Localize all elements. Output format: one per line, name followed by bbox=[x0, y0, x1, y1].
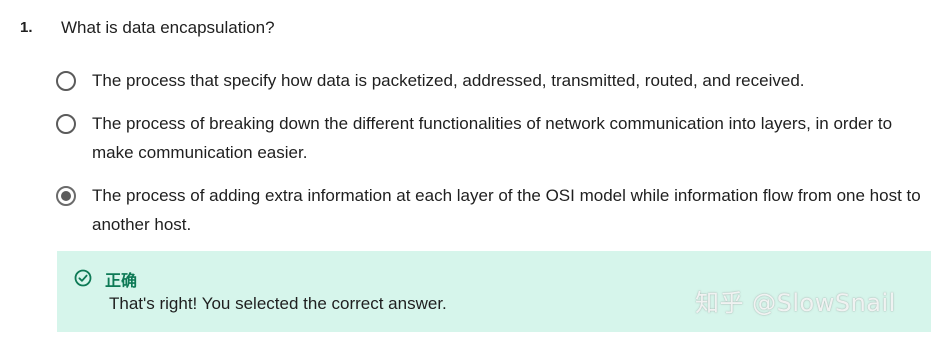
check-circle-icon bbox=[74, 269, 92, 287]
answer-option-text: The process of breaking down the differe… bbox=[92, 114, 893, 162]
answer-option-text: The process of adding extra information … bbox=[92, 186, 921, 234]
question-number: 1. bbox=[20, 19, 33, 36]
watermark: 知乎 @SlowSnail bbox=[695, 289, 896, 317]
feedback-message: That's right! You selected the correct a… bbox=[109, 294, 447, 313]
feedback-status: 正确 bbox=[105, 273, 138, 290]
radio-button-unselected[interactable] bbox=[56, 114, 76, 134]
radio-selected-dot bbox=[61, 191, 71, 201]
question-text: What is data encapsulation? bbox=[61, 18, 275, 37]
answer-option-text: The process that specify how data is pac… bbox=[92, 71, 805, 90]
radio-button-unselected[interactable] bbox=[56, 71, 76, 91]
radio-button-selected[interactable] bbox=[56, 186, 76, 206]
